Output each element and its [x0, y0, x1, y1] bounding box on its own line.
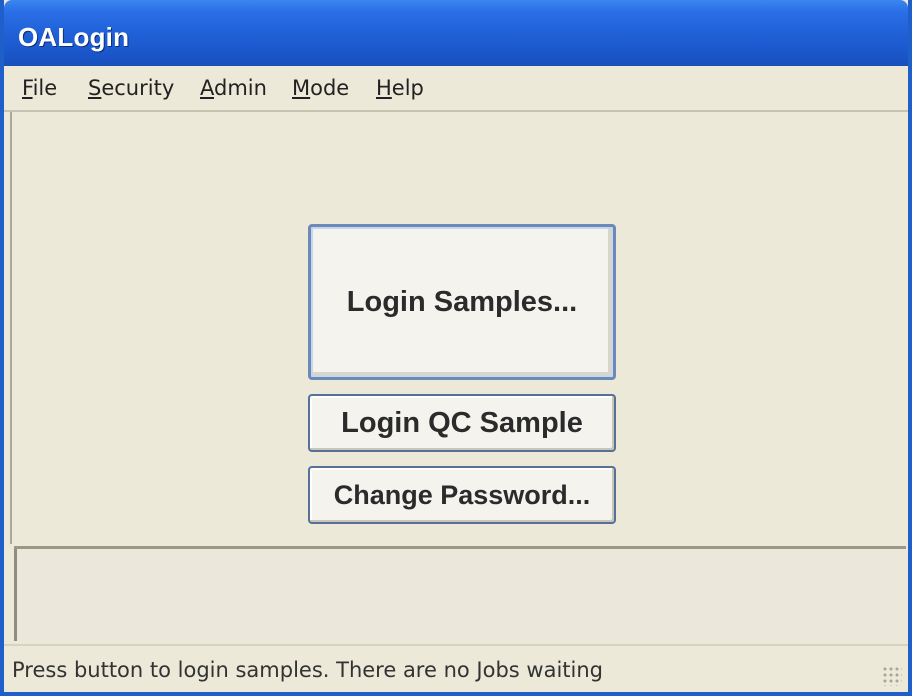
menu-help-label: elp [391, 76, 424, 100]
menu-admin-mnemonic: A [200, 76, 214, 100]
app-window: OALogin File Security Admin Mode Help Lo… [0, 0, 912, 696]
resize-grip-icon[interactable] [882, 666, 902, 686]
menu-security-label: ecurity [101, 76, 175, 100]
login-qc-sample-button[interactable]: Login QC Sample [308, 394, 616, 452]
menu-file[interactable]: File [22, 76, 57, 100]
menu-help-mnemonic: H [376, 76, 392, 100]
title-bar[interactable]: OALogin [4, 0, 908, 66]
status-text: Press button to login samples. There are… [12, 658, 603, 682]
menu-admin-label: dmin [214, 76, 267, 100]
change-password-button[interactable]: Change Password... [308, 466, 616, 524]
menu-mode-label: ode [310, 76, 350, 100]
menu-bar: File Security Admin Mode Help [4, 66, 908, 112]
login-samples-button[interactable]: Login Samples... [308, 224, 616, 380]
menu-admin[interactable]: Admin [200, 76, 267, 100]
menu-security[interactable]: Security [88, 76, 174, 100]
menu-mode-mnemonic: M [292, 76, 311, 100]
window-title: OALogin [18, 22, 130, 52]
menu-file-label: ile [32, 76, 58, 100]
menu-file-mnemonic: F [22, 76, 33, 100]
menu-mode[interactable]: Mode [292, 76, 349, 100]
status-bar: Press button to login samples. There are… [4, 644, 908, 692]
menu-help[interactable]: Help [376, 76, 424, 100]
menu-security-mnemonic: S [88, 76, 102, 100]
message-panel [14, 549, 906, 641]
